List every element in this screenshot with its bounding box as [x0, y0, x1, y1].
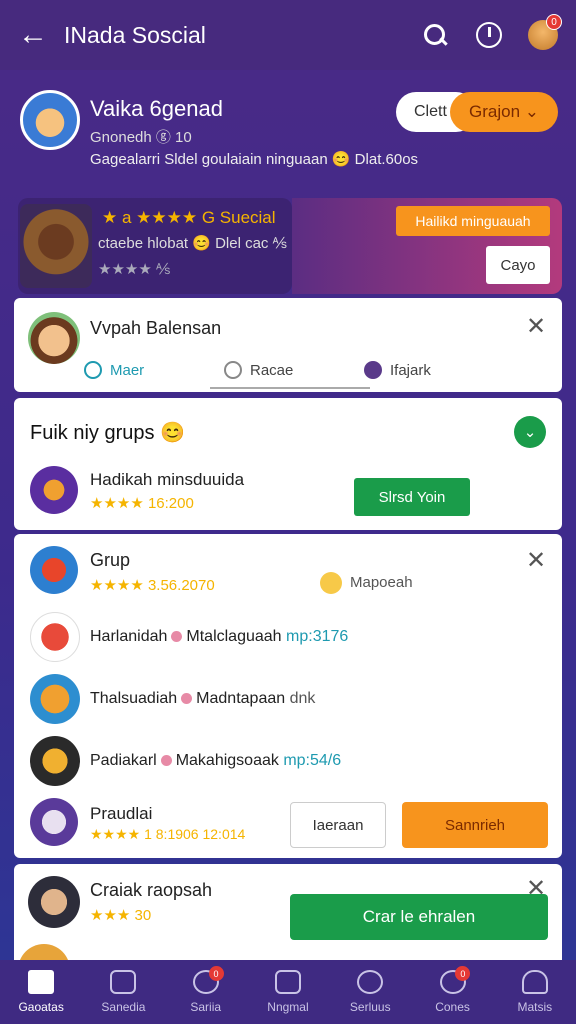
user-card: Vvpah Balensan ✕ Maer Racae Ifajark — [14, 298, 562, 392]
nav-item-status[interactable]: Serluus — [329, 960, 411, 1024]
hot-button[interactable]: Hailikd minguauah — [396, 206, 550, 236]
game-character-image — [20, 204, 92, 288]
nav-badge: 0 — [455, 966, 471, 981]
profile-header: Vaika 6genad Gnonedh ⓖ 10 Gagealarri Sld… — [18, 88, 558, 180]
tab-underline — [210, 387, 370, 389]
check-icon[interactable]: ⌄ — [514, 416, 546, 448]
tab-maer[interactable]: Maer — [84, 361, 224, 379]
primary-button[interactable]: Sannrieh — [402, 802, 548, 848]
nav-item-layers[interactable]: Nngmal — [247, 960, 329, 1024]
close-icon[interactable]: ✕ — [526, 312, 546, 341]
back-arrow-icon[interactable]: ← — [18, 18, 58, 52]
search-icon[interactable] — [422, 22, 448, 48]
copy-button[interactable]: Cayo — [486, 246, 550, 284]
item-icon — [30, 612, 80, 662]
groups-heading: Fuik niy grups 😊 — [30, 422, 185, 444]
bottom-navigation: Gaoatas Sanedia 0 Sariia Nngmal Serluus 0… — [0, 960, 576, 1024]
clock-icon — [357, 970, 384, 994]
group-dropdown-button[interactable]: Grajon ⌄ — [450, 92, 558, 132]
action-button[interactable]: Crar le ehralen — [290, 894, 548, 940]
close-icon[interactable]: ✕ — [526, 546, 546, 575]
user-name: Vvpah Balensan — [90, 318, 222, 338]
app-title: INada Soscial — [64, 21, 206, 48]
group-list-card: Grup ★★★★ 3.56.2070 Mapoeah ✕ Harlanidah… — [14, 534, 562, 858]
game-icon — [364, 361, 382, 379]
group-icon — [30, 466, 78, 514]
list-item[interactable]: Padiakarl Makahigsoaak mp:54/6 — [30, 736, 550, 794]
user-avatar[interactable] — [28, 312, 80, 364]
profile-name: Vaika 6genad — [90, 96, 223, 121]
clock-icon[interactable] — [476, 22, 502, 48]
profile-subtitle: Gnonedh ⓖ 10 — [90, 129, 192, 146]
join-button[interactable]: Slrsd Yoin — [354, 478, 470, 516]
secondary-button[interactable]: Iaeraan — [290, 802, 386, 848]
item-icon — [30, 674, 80, 724]
person-icon — [521, 970, 548, 994]
top-bar: ← INada Soscial 0 — [0, 0, 576, 70]
nav-item-profile[interactable]: Matsis — [494, 960, 576, 1024]
profile-description: Gagealarri Sldel goulaiain ninguaan 😊 Dl… — [90, 151, 419, 168]
promo-banner[interactable]: ★ a ★★★★ G Suecial ctaebe hlobat 😊 Dlel … — [18, 198, 292, 294]
smile-icon — [320, 572, 342, 594]
clock-icon — [224, 361, 242, 379]
user-tabs: Maer Racae Ifajark — [84, 352, 504, 388]
group-rating: ★★★★ 3.56.2070 — [90, 577, 215, 594]
promo-title: ★ a ★★★★ G Suecial — [102, 208, 276, 227]
check-circle-icon — [84, 361, 102, 379]
user-avatar[interactable] — [28, 876, 80, 928]
profile-avatar[interactable] — [20, 90, 80, 150]
promo-actions: Hailikd minguauah Cayo — [292, 198, 562, 294]
layers-icon — [274, 970, 301, 994]
group-title: Grup — [90, 550, 131, 570]
list-item[interactable]: Harlanidah Mtalclaguaah mp:3176 — [30, 612, 550, 670]
media-icon — [110, 970, 137, 994]
nav-item-chat[interactable]: 0 Sariia — [165, 960, 247, 1024]
item-text: Harlanidah Mtalclaguaah mp:3176 — [90, 628, 349, 645]
tab-ifajark[interactable]: Ifajark — [364, 361, 504, 379]
user-avatar[interactable]: 0 — [528, 14, 562, 50]
promo-rating: ★★★★ ⅍ — [98, 261, 171, 278]
promo-subtitle: ctaebe hlobat 😊 Dlel cac ⅍ — [98, 235, 287, 252]
group-icon — [30, 798, 78, 846]
nav-badge: 0 — [208, 966, 224, 981]
group-rating: ★★★★ 16:200 — [90, 495, 194, 512]
last-group-rating: ★★★★ 1 8:1906 12:014 — [90, 826, 246, 842]
user-name: Craiak raopsah — [90, 880, 213, 900]
item-icon — [30, 736, 80, 786]
home-icon — [28, 970, 55, 994]
groups-card: Fuik niy grups 😊 ⌄ Hadikah minsduuida ★★… — [14, 398, 562, 530]
last-group-name: Praudlai — [90, 804, 153, 823]
list-item[interactable]: Thalsuadiah Madntapaan dnk — [30, 674, 550, 732]
group-name: Hadikah minsduuida — [90, 470, 245, 489]
nav-item-cones[interactable]: 0 Cones — [411, 960, 493, 1024]
item-text: Thalsuadiah Madntapaan dnk — [90, 690, 316, 707]
user-rating: ★★★ 30 — [90, 907, 152, 924]
nav-item-home[interactable]: Gaoatas — [0, 960, 82, 1024]
group-extra: Mapoeah — [320, 572, 413, 594]
notification-badge: 0 — [546, 14, 562, 30]
nav-item-media[interactable]: Sanedia — [82, 960, 164, 1024]
group-icon — [30, 546, 78, 594]
item-text: Padiakarl Makahigsoaak mp:54/6 — [90, 752, 342, 769]
tab-racae[interactable]: Racae — [224, 361, 364, 379]
user-card-bottom: Craiak raopsah ★★★ 30 ✕ Crar le ehralen — [14, 864, 562, 960]
